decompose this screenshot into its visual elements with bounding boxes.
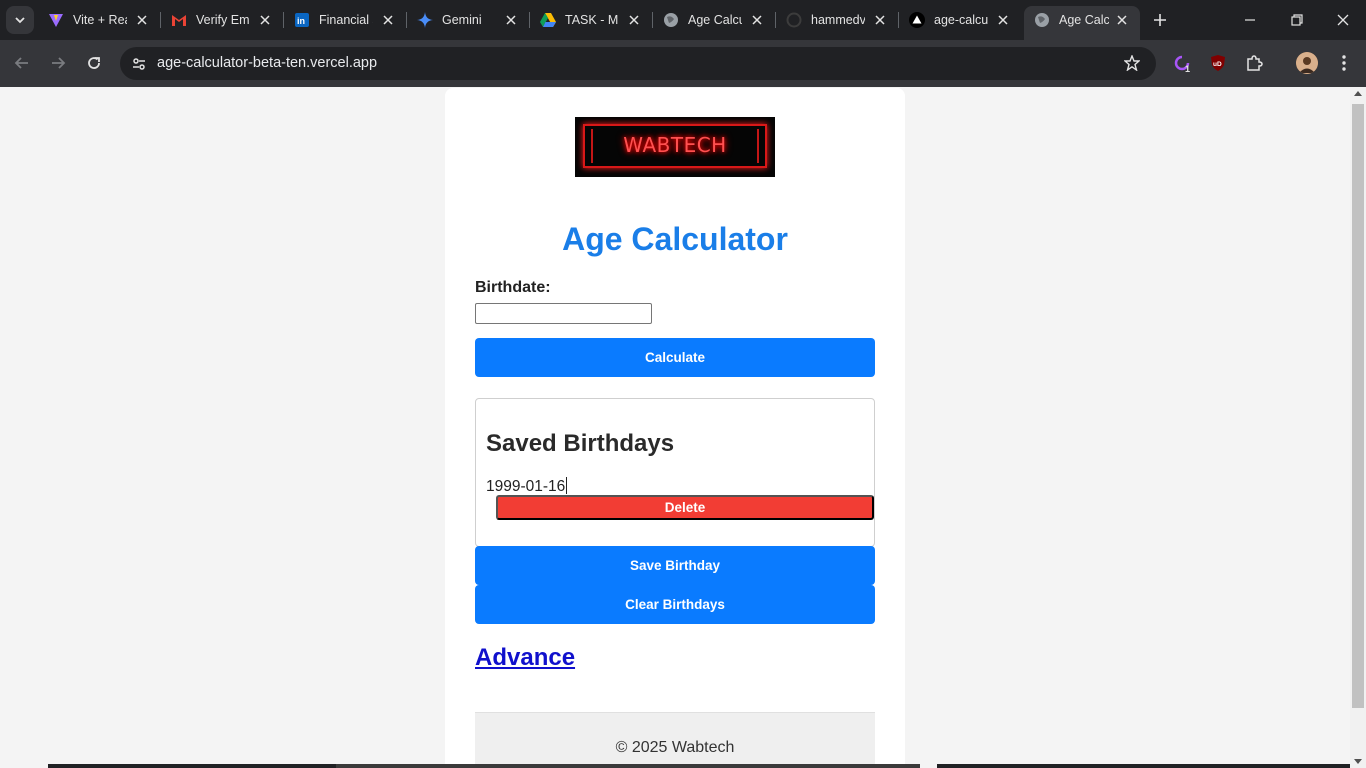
site-info-icon[interactable] [127,52,151,76]
plus-icon [1154,14,1166,26]
close-icon[interactable] [380,12,396,28]
close-icon [1337,14,1349,26]
reload-button[interactable] [82,51,106,75]
avatar-icon [1296,52,1318,74]
address-bar[interactable]: age-calculator-beta-ten.vercel.app [120,47,1156,80]
clear-birthdays-button[interactable]: Clear Birthdays [475,585,875,624]
tab-github[interactable]: hammedv [776,0,899,40]
minimize-button[interactable] [1238,8,1262,32]
tab-title: TASK - M [565,13,619,27]
wabtech-logo: WABTECH [575,117,775,177]
page-viewport: WABTECH Age Calculator Birthdate: Calcul… [0,87,1350,768]
url-text[interactable]: age-calculator-beta-ten.vercel.app [157,55,377,71]
scroll-down-arrow[interactable] [1354,759,1362,764]
tab-gemini[interactable]: Gemini [407,0,530,40]
gemini-icon [417,12,433,28]
restore-button[interactable] [1285,8,1309,32]
svg-text:1: 1 [1185,64,1190,73]
footer: © 2025 Wabtech [475,712,875,768]
google-drive-icon [540,12,556,28]
extensions-button[interactable] [1242,51,1266,75]
tab-title: hammedv [811,13,865,27]
arrow-right-icon [52,57,66,69]
ublock-origin-button[interactable]: uD [1206,51,1230,75]
vercel-icon [909,12,925,28]
close-icon[interactable] [995,12,1011,28]
footer-copyright: © 2025 Wabtech [615,739,735,756]
ublock-shield-icon: uD [1211,55,1225,71]
menu-button[interactable] [1332,51,1356,75]
svg-text:uD: uD [1213,61,1222,68]
forward-button[interactable] [46,51,70,75]
new-tab-button[interactable] [1150,10,1170,30]
reload-icon [88,57,100,69]
text-cursor [566,477,568,494]
tab-vercel[interactable]: age-calcu [899,0,1021,40]
birthdate-label: Birthdate: [475,279,551,296]
close-icon[interactable] [626,12,642,28]
saved-birthdays-heading: Saved Birthdays [486,430,675,457]
restore-icon [1291,14,1303,26]
tab-linkedin[interactable]: in Financial s [284,0,407,40]
tab-age-calculator-1[interactable]: Age Calcu [653,0,776,40]
taskbar-edge [48,764,336,768]
close-icon[interactable] [257,12,273,28]
tab-search-button[interactable] [6,6,34,34]
svg-text:in: in [297,16,305,26]
tab-title: age-calcu [934,13,988,27]
tab-title: Financial s [319,13,373,27]
tab-gmail[interactable]: Verify Email [161,0,284,40]
profile-avatar[interactable] [1296,52,1318,74]
save-birthday-button[interactable]: Save Birthday [475,546,875,585]
tab-age-calculator-active[interactable]: Age Calcu [1024,6,1140,40]
tab-title: Verify Email [196,13,250,27]
close-icon[interactable] [134,12,150,28]
taskbar-edge [937,764,1350,768]
vertical-scrollbar[interactable] [1350,87,1366,768]
tab-drive[interactable]: TASK - M [530,0,653,40]
tab-title: Age Calcu [1059,13,1109,27]
tab-title: Age Calcu [688,13,742,27]
tab-vite[interactable]: Vite + React [38,0,161,40]
extension-button[interactable]: 1 [1170,51,1194,75]
close-icon[interactable] [749,12,765,28]
vite-icon [48,12,64,28]
scroll-up-arrow[interactable] [1354,91,1362,96]
tab-title: Vite + React [73,13,127,27]
linkedin-icon: in [294,12,310,28]
calculate-button[interactable]: Calculate [475,338,875,377]
back-button[interactable] [10,51,34,75]
loading-ring-icon: 1 [1174,55,1190,73]
globe-icon [1034,12,1050,28]
arrow-left-icon [14,57,28,69]
kebab-menu-icon [1342,55,1346,71]
minimize-icon [1245,19,1255,21]
taskbar-edge [336,764,920,768]
birthdate-input[interactable] [475,303,652,324]
globe-icon [663,12,679,28]
chevron-down-icon [15,17,25,24]
app-card: WABTECH Age Calculator Birthdate: Calcul… [445,88,905,768]
close-window-button[interactable] [1331,8,1355,32]
saved-birthday-date: 1999-01-16 [486,478,566,495]
advance-link[interactable]: Advance [475,644,575,672]
saved-birthdays-panel: Saved Birthdays 1999-01-16 Delete [475,398,875,547]
github-icon [786,12,802,28]
delete-button[interactable]: Delete [496,495,874,520]
logo-text: WABTECH [623,133,727,157]
browser-toolbar: age-calculator-beta-ten.vercel.app 1 uD [0,40,1366,87]
gmail-icon [171,12,187,28]
page-title: Age Calculator [562,221,788,257]
saved-birthday-item: 1999-01-16 [486,477,568,496]
tab-title: Gemini [442,13,482,27]
close-icon[interactable] [1114,12,1130,28]
star-icon[interactable] [1122,53,1142,73]
tab-strip: Vite + React Verify Email in Financial s… [0,0,1366,40]
close-icon[interactable] [503,12,519,28]
close-icon[interactable] [872,12,888,28]
puzzle-icon [1247,55,1263,71]
scrollbar-thumb[interactable] [1352,104,1364,708]
